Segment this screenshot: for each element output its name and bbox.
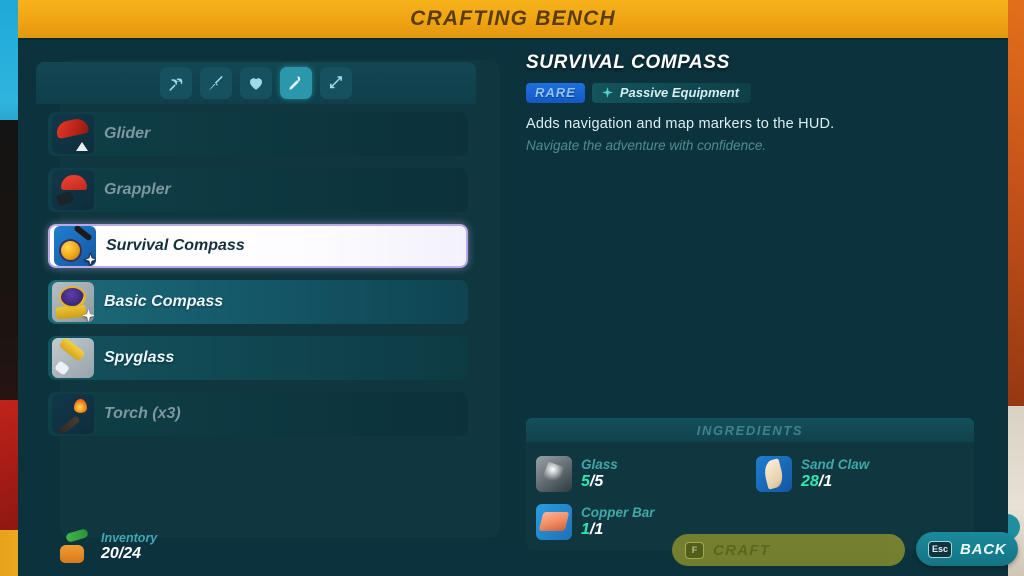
glass-icon (536, 456, 572, 492)
craft-key-badge: F (685, 541, 704, 559)
ingredients-header: INGREDIENTS (526, 418, 974, 442)
title-banner: CRAFTING BENCH (18, 0, 1008, 38)
item-type-label: Passive Equipment (619, 85, 740, 100)
ingredient-quantity: 5/5 (581, 473, 618, 491)
ingredient-sand-claw: Sand Claw 28/1 (756, 452, 966, 496)
rarity-badge: RARE (526, 83, 585, 103)
ingredient-quantity: 28/1 (801, 473, 869, 491)
list-item-label: Grappler (104, 181, 171, 198)
crafting-bench-screen: CRAFTING BENCH Glider Grappler Survival … (0, 0, 1024, 576)
ingredient-need: /5 (589, 473, 604, 490)
sparkle-icon (601, 86, 614, 99)
tab-arrow[interactable] (320, 67, 352, 99)
inventory-label: Inventory (101, 531, 158, 545)
bottom-bar: Inventory 20/24 F CRAFT Esc BACK (36, 520, 1024, 576)
tab-torch[interactable] (280, 67, 312, 99)
back-key-badge: Esc (928, 540, 953, 558)
basic-compass-icon (52, 282, 94, 322)
list-item-glider[interactable]: Glider (48, 112, 468, 156)
torch-icon (52, 394, 94, 434)
list-item-survival-compass[interactable]: Survival Compass (48, 224, 468, 268)
item-flavor-text: Navigate the adventure with confidence. (526, 138, 767, 153)
tab-heart[interactable] (240, 67, 272, 99)
back-button-label: BACK (960, 540, 1007, 558)
inventory-capacity: /24 (118, 545, 142, 562)
craft-button-label: CRAFT (713, 541, 771, 559)
sparkle-icon (81, 308, 94, 322)
list-item-label: Spyglass (104, 349, 175, 366)
item-tags: RARE Passive Equipment (526, 83, 988, 103)
tab-sword[interactable] (200, 67, 232, 99)
list-item-grappler[interactable]: Grappler (48, 168, 468, 212)
main-panel: Glider Grappler Survival Compass Basic C… (18, 38, 1018, 576)
item-description: Adds navigation and map markers to the H… (526, 116, 835, 132)
spyglass-icon (52, 338, 94, 378)
ingredient-need: /1 (818, 473, 833, 490)
grappler-icon (52, 170, 94, 210)
list-item-label: Glider (104, 125, 151, 142)
ingredient-name: Glass (581, 457, 618, 472)
sand-claw-icon (756, 456, 792, 492)
back-button[interactable]: Esc BACK (916, 532, 1018, 566)
list-item-spyglass[interactable]: Spyglass (48, 336, 468, 380)
list-item-torch[interactable]: Torch (x3) (48, 392, 468, 436)
ingredients-title: INGREDIENTS (696, 422, 804, 438)
item-title: SURVIVAL COMPASS (526, 52, 730, 73)
list-item-label: Survival Compass (106, 237, 245, 254)
recipe-list[interactable]: Glider Grappler Survival Compass Basic C… (48, 112, 468, 436)
ingredient-have: 5 (581, 473, 590, 490)
tab-pickaxe[interactable] (160, 67, 192, 99)
list-item-basic-compass[interactable]: Basic Compass (48, 280, 468, 324)
list-item-label: Torch (x3) (104, 405, 181, 422)
inventory-used: 20 (101, 545, 119, 562)
ingredient-name: Sand Claw (801, 457, 870, 472)
backpack-icon (54, 528, 92, 566)
glider-icon (52, 114, 94, 154)
ingredient-glass: Glass 5/5 (536, 452, 746, 496)
list-item-label: Basic Compass (104, 293, 224, 310)
item-type-chip: Passive Equipment (591, 83, 752, 103)
category-tabbar (36, 62, 476, 104)
inventory-status: Inventory 20/24 (54, 528, 157, 566)
craft-button[interactable]: F CRAFT (672, 534, 905, 566)
ingredient-name: Copper Bar (581, 505, 655, 520)
sparkle-icon (83, 252, 96, 266)
ingredient-have: 28 (801, 473, 819, 490)
survival-compass-icon (54, 226, 96, 266)
page-title: CRAFTING BENCH (410, 7, 616, 30)
inventory-count: 20/24 (101, 545, 157, 563)
